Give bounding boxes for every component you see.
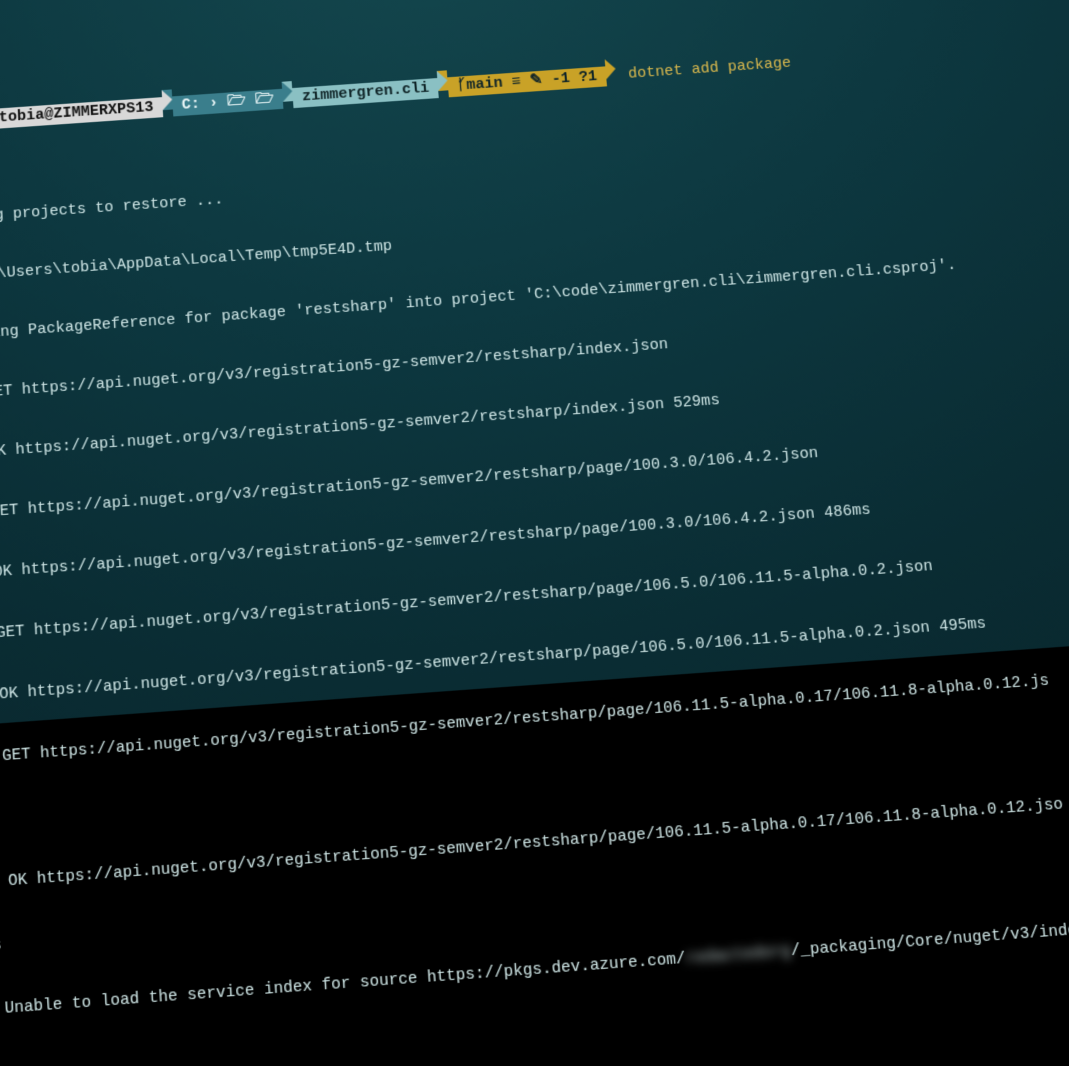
prompt-project-seg: zimmergren.cli (292, 78, 439, 108)
chevron-right-icon (282, 81, 293, 102)
terminal-window[interactable]: >_ Windows PowerShell tobia@ZIMMERXPS13C… (0, 0, 1069, 729)
terminal-content: tobia@ZIMMERXPS13 C: › 🗁 🗁 zimmergren.cli ᚶ… (0, 0, 1069, 1066)
redacted-org: redactedorg (685, 940, 792, 969)
chevron-right-icon (162, 89, 173, 110)
prompt-user-seg: tobia@ZIMMERXPS13 (0, 97, 163, 129)
prompt-line: tobia@ZIMMERXPS13 C: › 🗁 🗁 zimmergren.cli ᚶ… (0, 0, 1069, 154)
command-text: dotnet add package (627, 55, 791, 83)
chevron-right-icon (437, 70, 449, 91)
prompt-branch-seg: ᚶmain ≡ ✎ -1 ?1 (448, 66, 607, 97)
chevron-right-icon (605, 59, 617, 80)
prompt-path-seg: C: › 🗁 🗁 (172, 88, 284, 116)
